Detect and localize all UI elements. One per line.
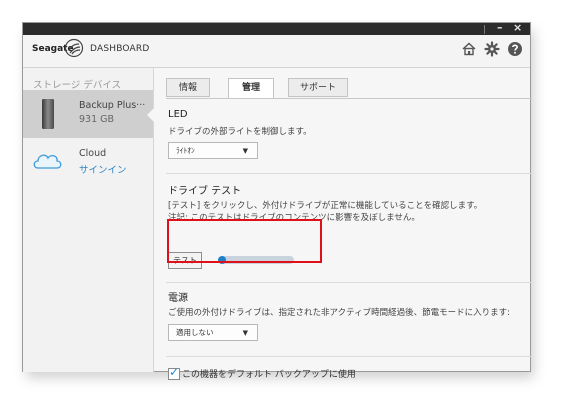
default-backup-label[interactable]: この機器をデフォルト バックアップに使用 — [182, 367, 356, 380]
selection-pointer — [147, 108, 154, 122]
sidebar-item-cloud[interactable]: Cloud サインイン — [23, 138, 153, 186]
chevron-down-icon: ▼ — [242, 329, 248, 337]
sidebar-item-backup-plus[interactable]: Backup Plus··· 931 GB — [23, 90, 154, 138]
divider — [166, 98, 532, 99]
led-dropdown-value: ﾗｲﾄｵﾝ — [176, 146, 195, 155]
sidebar-item-title: Cloud — [79, 148, 107, 159]
power-dropdown[interactable]: 適用しない ▼ — [168, 324, 258, 341]
checkmark-icon: ✓ — [169, 365, 180, 379]
power-description: ご使用の外付けドライブは、指定された非アクティブ時間経過後、節電モードに入ります… — [168, 308, 510, 318]
power-dropdown-value: 適用しない — [176, 328, 214, 337]
divider — [166, 173, 532, 174]
drive-test-description: [テスト] をクリックし、外付けドライブが正常に機能していることを確認します。 — [168, 201, 483, 211]
sidebar: ストレージ デバイス Backup Plus··· 931 GB Cloud サ… — [23, 68, 154, 372]
dashboard-window: – × Seagate DASHBOARD ストレージ デバイス Backup … — [22, 21, 532, 380]
annotation-highlight-box — [167, 219, 322, 263]
app-header: Seagate DASHBOARD — [23, 35, 530, 68]
help-icon[interactable] — [507, 41, 523, 57]
minimize-button[interactable]: – — [497, 21, 503, 34]
close-button[interactable]: × — [513, 21, 522, 34]
app-title: DASHBOARD — [90, 44, 150, 54]
tab-support[interactable]: サポート — [288, 78, 348, 97]
tab-info[interactable]: 情報 — [166, 78, 210, 97]
led-title: LED — [168, 109, 188, 120]
tab-manage[interactable]: 管理 — [228, 78, 274, 99]
drive-test-title: ドライブ テスト — [168, 186, 242, 197]
seagate-logo-icon — [64, 38, 84, 58]
chevron-down-icon: ▼ — [242, 147, 248, 155]
sidebar-item-capacity: 931 GB — [79, 114, 115, 125]
divider — [166, 282, 532, 283]
default-backup-checkbox[interactable]: ✓ — [168, 365, 180, 380]
sign-in-link[interactable]: サインイン — [79, 162, 127, 176]
gear-icon[interactable] — [484, 41, 500, 57]
external-drive-icon — [42, 99, 54, 129]
power-title: 電源 — [168, 293, 188, 304]
cloud-icon — [33, 154, 62, 169]
divider — [166, 356, 532, 357]
sidebar-item-title: Backup Plus··· — [79, 100, 146, 111]
sidebar-heading: ストレージ デバイス — [33, 80, 122, 91]
title-bar-separator — [484, 25, 485, 34]
home-icon[interactable] — [461, 41, 477, 57]
led-description: ドライブの外部ライトを制御します。 — [168, 127, 312, 137]
led-dropdown[interactable]: ﾗｲﾄｵﾝ ▼ — [168, 142, 258, 159]
